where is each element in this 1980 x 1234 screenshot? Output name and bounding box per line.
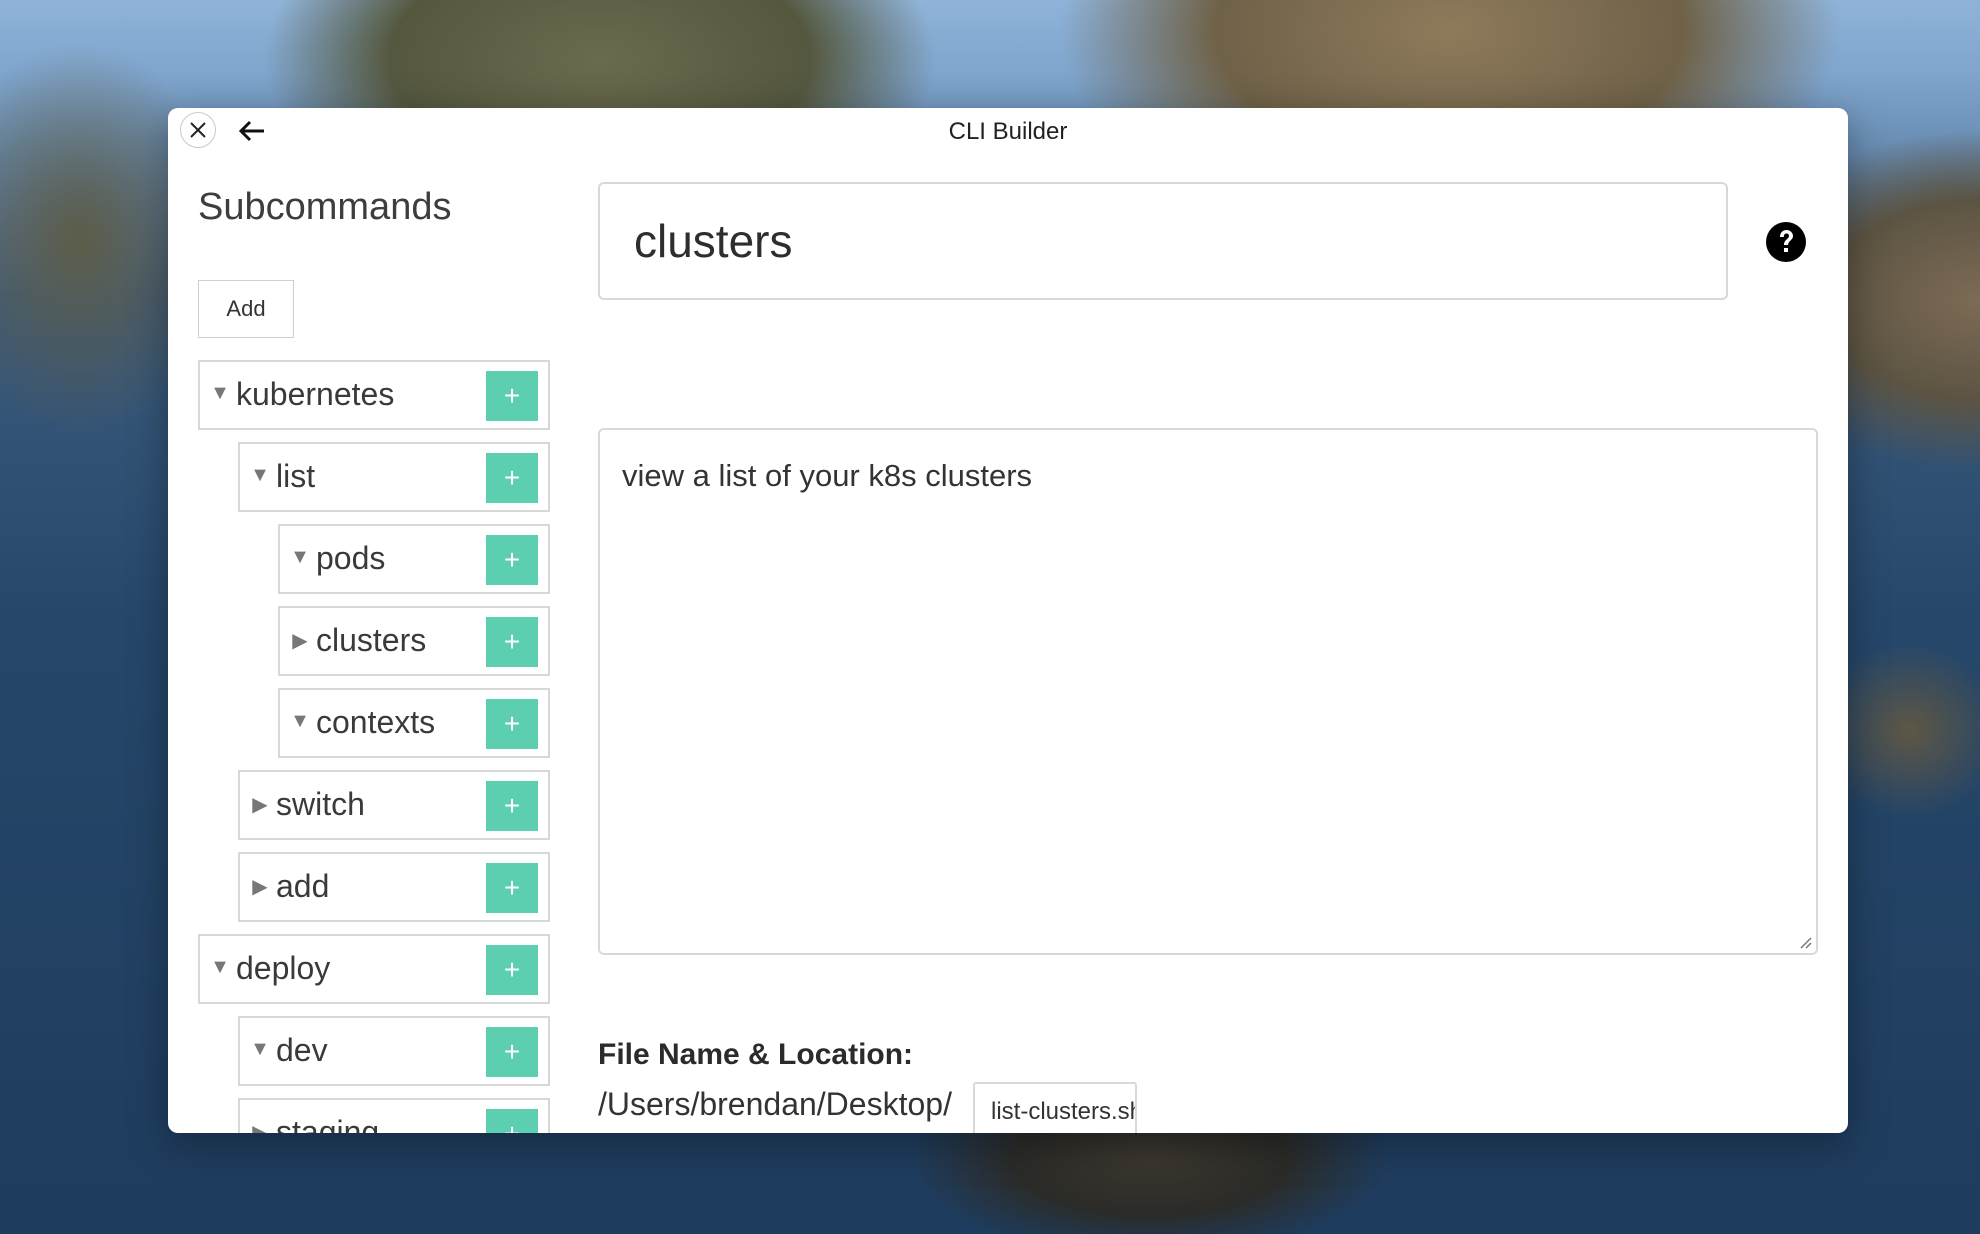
triangle-right-icon[interactable]: ▶ <box>250 1120 270 1133</box>
cli-builder-window: CLI Builder Subcommands Add ▼ kubernetes… <box>168 108 1848 1133</box>
add-child-button[interactable]: + <box>486 863 538 913</box>
tree-node-label: list <box>276 458 316 494</box>
tree-node-kubernetes[interactable]: ▼ kubernetes + <box>198 360 550 430</box>
triangle-down-icon[interactable]: ▼ <box>290 546 310 569</box>
description-textarea[interactable]: view a list of your k8s clusters <box>598 428 1818 955</box>
file-name-input[interactable]: list-clusters.sh <box>973 1082 1137 1133</box>
tree-node-dev[interactable]: ▼ dev + <box>238 1016 550 1086</box>
file-location-label: File Name & Location: <box>598 1038 914 1071</box>
tree-node-list[interactable]: ▼ list + <box>238 442 550 512</box>
tree-node-contexts[interactable]: ▼ contexts + <box>278 688 550 758</box>
add-child-button[interactable]: + <box>486 453 538 503</box>
triangle-right-icon[interactable]: ▶ <box>290 628 310 653</box>
triangle-down-icon[interactable]: ▼ <box>250 464 270 487</box>
resize-grip-icon[interactable] <box>1798 935 1812 949</box>
file-path-text: /Users/brendan/Desktop/ <box>598 1086 952 1122</box>
tree-node-pods[interactable]: ▼ pods + <box>278 524 550 594</box>
tree-node-add[interactable]: ▶ add + <box>238 852 550 922</box>
add-child-button[interactable]: + <box>486 781 538 831</box>
tree-node-clusters[interactable]: ▶ clusters + <box>278 606 550 676</box>
tree-node-label: switch <box>276 786 365 822</box>
add-child-button[interactable]: + <box>486 1109 538 1133</box>
tree-node-label: contexts <box>316 704 436 740</box>
triangle-right-icon[interactable]: ▶ <box>250 874 270 899</box>
add-child-button[interactable]: + <box>486 699 538 749</box>
tree-node-staging[interactable]: ▶ staging + <box>238 1098 550 1133</box>
add-subcommand-button[interactable]: Add <box>198 280 294 338</box>
triangle-right-icon[interactable]: ▶ <box>250 792 270 817</box>
triangle-down-icon[interactable]: ▼ <box>210 382 230 405</box>
tree-node-label: kubernetes <box>236 376 395 412</box>
add-child-button[interactable]: + <box>486 945 538 995</box>
description-text: view a list of your k8s clusters <box>622 458 1033 493</box>
tree-node-label: dev <box>276 1032 328 1068</box>
add-child-button[interactable]: + <box>486 1027 538 1077</box>
add-child-button[interactable]: + <box>486 371 538 421</box>
add-child-button[interactable]: + <box>486 535 538 585</box>
tree-node-label: add <box>276 868 330 904</box>
title-bar: CLI Builder <box>168 108 1848 158</box>
subcommand-name-input[interactable]: clusters <box>598 182 1728 300</box>
tree-node-label: clusters <box>316 622 427 658</box>
add-child-button[interactable]: + <box>486 617 538 667</box>
tree-node-label: pods <box>316 540 386 576</box>
tree-node-switch[interactable]: ▶ switch + <box>238 770 550 840</box>
tree-node-deploy[interactable]: ▼ deploy + <box>198 934 550 1004</box>
tree-node-label: deploy <box>236 950 331 986</box>
window-title: CLI Builder <box>948 118 1068 145</box>
question-circle-icon[interactable] <box>1765 221 1807 263</box>
tree-node-label: staging <box>276 1114 380 1133</box>
triangle-down-icon[interactable]: ▼ <box>210 956 230 979</box>
triangle-down-icon[interactable]: ▼ <box>250 1038 270 1061</box>
sidebar-title: Subcommands <box>198 186 452 228</box>
triangle-down-icon[interactable]: ▼ <box>290 710 310 733</box>
